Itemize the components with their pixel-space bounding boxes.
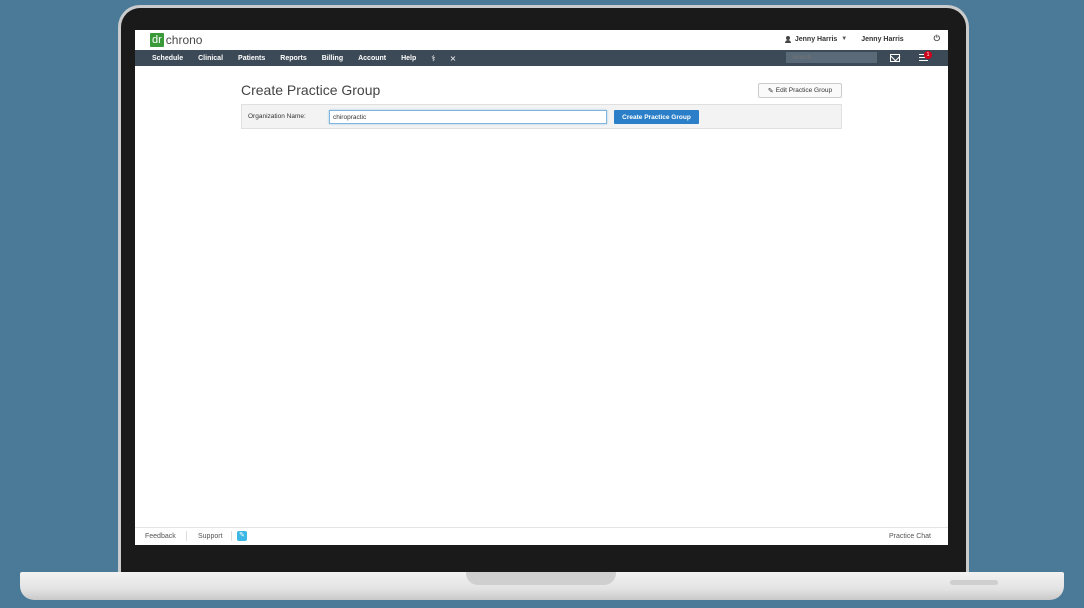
nav-schedule[interactable]: Schedule — [152, 55, 183, 62]
nav-patients[interactable]: Patients — [238, 55, 265, 62]
footer-divider — [231, 531, 232, 541]
footer: Feedback Support ✎ Practice Chat — [135, 527, 948, 545]
pencil-icon: ✎ — [767, 87, 774, 95]
search-input[interactable] — [786, 52, 877, 63]
nav-clinical[interactable]: Clinical — [198, 55, 223, 62]
power-icon[interactable]: ⏻ — [934, 34, 940, 44]
tools-icon[interactable]: ⨯ — [450, 54, 457, 63]
laptop-notch — [466, 572, 616, 585]
user-menu-dropdown[interactable]: Jenny Harris ▼ — [784, 35, 848, 43]
footer-divider — [186, 531, 187, 541]
topbar-right: Jenny Harris ▼ Jenny Harris ⏻ — [784, 34, 940, 44]
app-screen: dr chrono Jenny Harris ▼ Jenny Harris ⏻ … — [135, 30, 948, 545]
create-group-form: Organization Name: Create Practice Group — [241, 104, 842, 129]
feedback-link[interactable]: Feedback — [145, 533, 176, 540]
edit-practice-group-button[interactable]: ✎ Edit Practice Group — [758, 83, 842, 98]
create-practice-group-button[interactable]: Create Practice Group — [614, 110, 699, 124]
logo-text: chrono — [165, 33, 203, 47]
user-menu-label: Jenny Harris — [794, 35, 838, 43]
nav-reports[interactable]: Reports — [280, 55, 306, 62]
page-title: Create Practice Group — [241, 82, 381, 98]
support-link[interactable]: Support — [198, 533, 223, 540]
organization-name-label: Organization Name: — [248, 113, 306, 120]
laptop-vent — [950, 580, 998, 585]
nav-help[interactable]: Help — [401, 55, 416, 62]
nav-billing[interactable]: Billing — [322, 55, 343, 62]
compose-icon[interactable]: ✎ — [237, 531, 247, 541]
edit-button-label: Edit Practice Group — [775, 87, 833, 94]
user-name-link[interactable]: Jenny Harris — [861, 36, 903, 43]
notification-badge: 1 — [924, 51, 932, 59]
logo-mark: dr — [150, 33, 164, 47]
organization-name-input[interactable] — [329, 110, 607, 124]
practice-chat-link[interactable]: Practice Chat — [889, 533, 931, 540]
chevron-down-icon: ▼ — [841, 36, 848, 42]
drchrono-logo[interactable]: dr chrono — [150, 33, 202, 47]
caduceus-icon[interactable]: ⚕ — [431, 54, 435, 63]
nav-account[interactable]: Account — [358, 55, 386, 62]
top-bar: dr chrono Jenny Harris ▼ Jenny Harris ⏻ — [135, 30, 948, 50]
user-icon — [784, 35, 791, 43]
mail-icon[interactable] — [890, 54, 900, 62]
main-nav: Schedule Clinical Patients Reports Billi… — [135, 50, 948, 66]
